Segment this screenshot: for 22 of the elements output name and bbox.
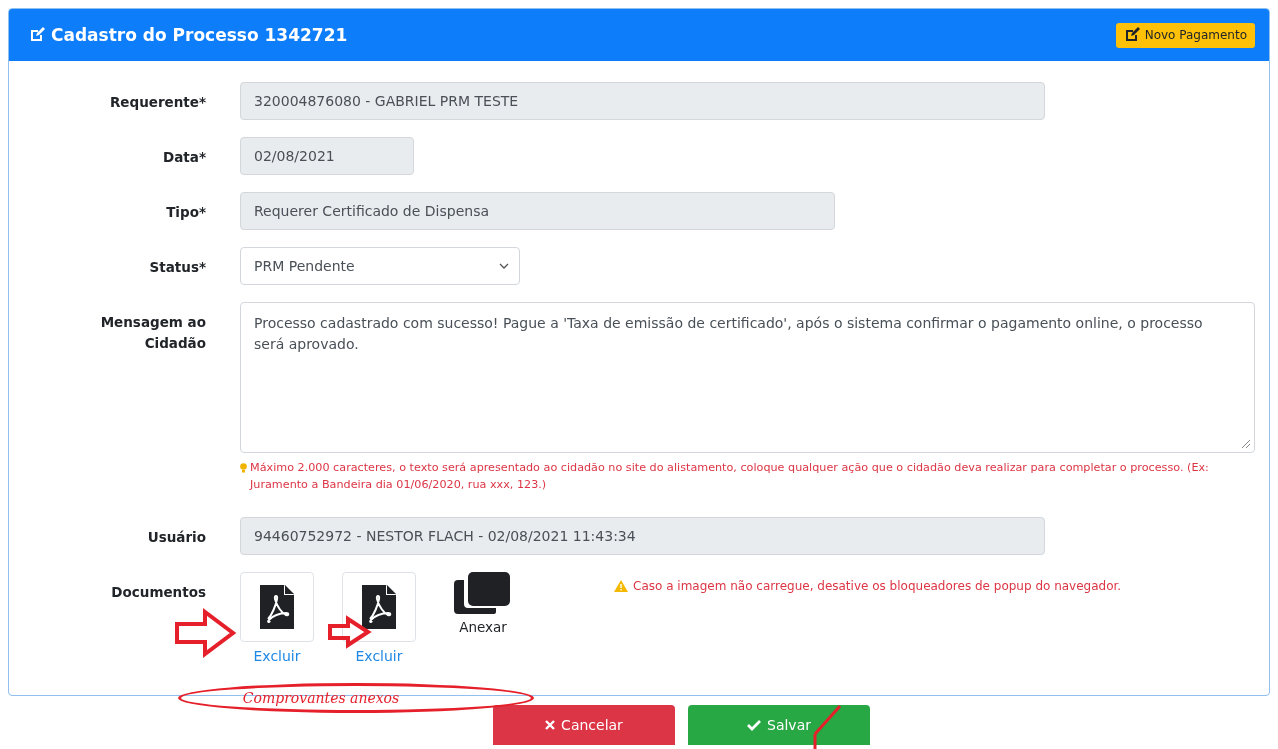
text-field[interactable]: 320004876080 - GABRIEL PRM TESTE <box>240 82 1045 120</box>
text-field[interactable]: 94460752972 - NESTOR FLACH - 02/08/2021 11:43:34 <box>240 517 1045 555</box>
field-label: Tipo* <box>165 203 206 222</box>
field-label: Mensagem ao Cidadão <box>99 313 206 353</box>
status-select[interactable]: PRM Pendente <box>240 247 520 285</box>
attach-label[interactable]: Anexar <box>459 619 507 635</box>
delete-link[interactable]: Excluir <box>355 648 403 664</box>
form-title: Cadastro do Processo 1342721 <box>51 25 348 45</box>
field-label: Status* <box>148 258 206 277</box>
hint-text: Máximo 2.000 caracteres, o texto será apresentado ao cidadão no site do alistamento, coloque qualquer ação que o cidadão deva realizar para completar o processo. (Ex: Juramento a Bandeira dia 01/06/2020, rua xxx, 123.) <box>250 460 1210 493</box>
field-label: Usuário <box>146 528 206 547</box>
annotation-text: Comprovantes anexos <box>242 690 400 706</box>
text-field[interactable]: 02/08/2021 <box>240 137 414 175</box>
cancel-button[interactable]: Cancelar <box>493 705 675 745</box>
warning-text: Caso a imagem não carregue, desative os bloqueadores de popup do navegador. <box>633 579 1122 593</box>
field-label: Documentos <box>110 583 206 602</box>
field-label: Data* <box>162 148 206 167</box>
message-textarea[interactable]: Processo cadastrado com sucesso! Pague a 'Taxa de emissão de certificado', após o sistema confirmar o pagamento online, o processo será aprovado. <box>240 302 1255 453</box>
new-payment-button[interactable]: Novo Pagamento <box>1115 22 1255 48</box>
text-field[interactable]: Requerer Certificado de Dispensa <box>240 192 835 230</box>
field-label: Requerente* <box>108 93 206 112</box>
delete-link[interactable]: Excluir <box>253 648 301 664</box>
